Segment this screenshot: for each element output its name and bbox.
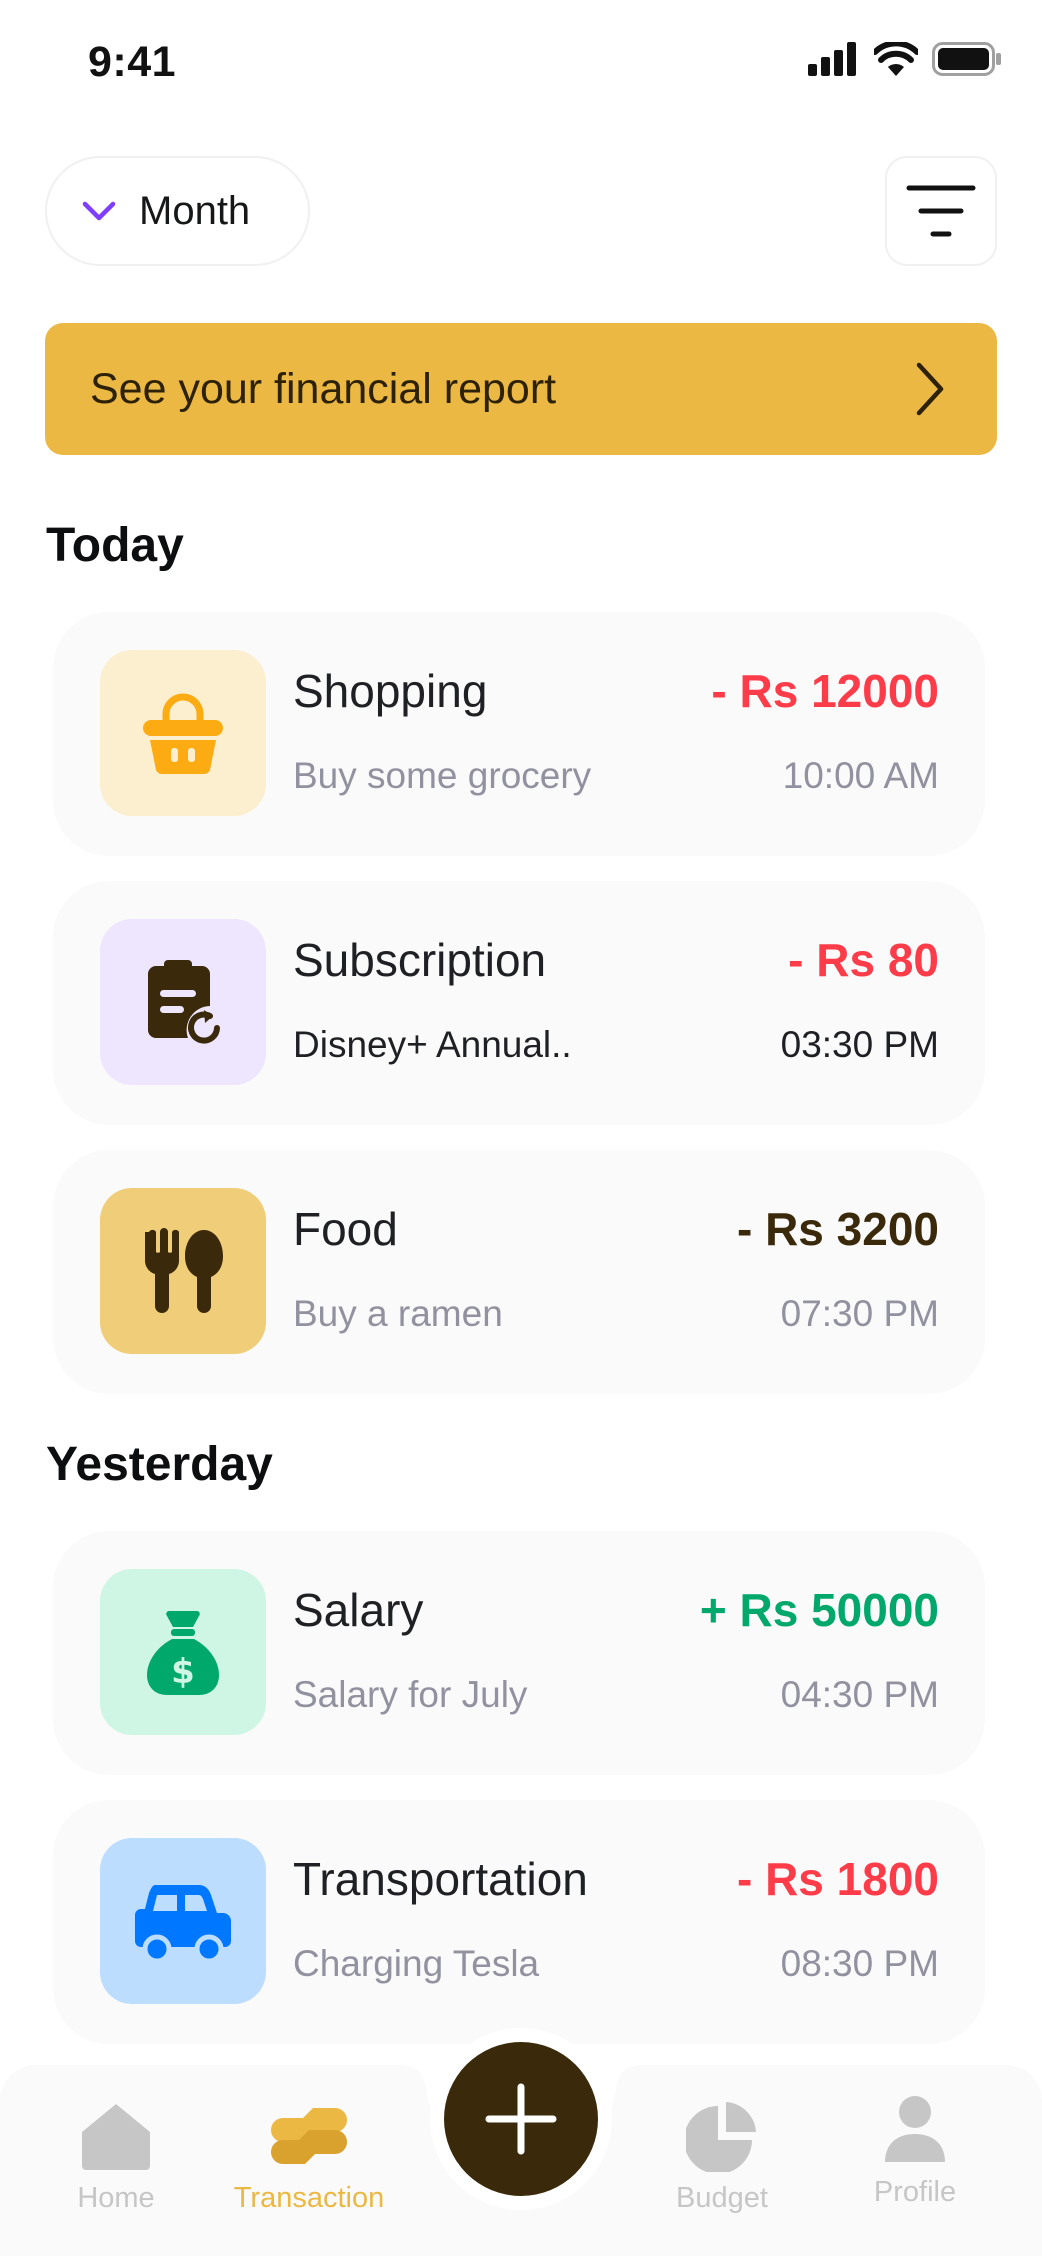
status-icons — [808, 42, 1002, 76]
transaction-icon — [271, 2108, 347, 2164]
recurring-bill-icon — [148, 960, 220, 1044]
money-bag-icon: $ — [147, 1611, 219, 1695]
transaction-icon-box — [100, 919, 266, 1085]
transaction-category: Shopping — [293, 665, 488, 717]
restaurant-icon — [144, 1228, 223, 1313]
transaction-category: Subscription — [293, 934, 547, 986]
signal-icon — [808, 42, 856, 76]
transaction-description: Charging Tesla — [293, 1943, 540, 1984]
month-selector-label: Month — [139, 188, 251, 233]
transaction-icon-box: $ — [100, 1569, 266, 1735]
plus-icon — [485, 2083, 557, 2155]
add-transaction-button[interactable] — [444, 2042, 598, 2196]
transaction-card[interactable]: Subscription Disney+ Annual.. - Rs 80 03… — [53, 881, 985, 1125]
transaction-icon-box — [100, 650, 266, 816]
transaction-category: Food — [293, 1203, 398, 1255]
financial-report-banner[interactable]: See your financial report — [45, 323, 997, 455]
car-icon — [135, 1885, 231, 1963]
transaction-time: 08:30 PM — [780, 1943, 939, 1984]
transaction-amount: - Rs 1800 — [736, 1853, 939, 1905]
transaction-description: Disney+ Annual.. — [293, 1024, 572, 1065]
transaction-card[interactable]: Shopping Buy some grocery - Rs 12000 10:… — [53, 612, 985, 856]
nav-label-budget: Budget — [676, 2182, 768, 2214]
transaction-card[interactable]: Transportation Charging Tesla - Rs 1800 … — [53, 1800, 985, 2044]
nav-item-transaction[interactable]: Transaction — [209, 2100, 409, 2215]
financial-report-text: See your financial report — [90, 364, 557, 413]
transaction-description: Buy a ramen — [293, 1293, 503, 1334]
chevron-down-icon — [82, 201, 116, 221]
nav-label-profile: Profile — [873, 2176, 957, 2208]
chevron-right-icon — [916, 362, 944, 416]
transaction-amount: - Rs 12000 — [711, 665, 939, 717]
transaction-description: Salary for July — [293, 1674, 528, 1715]
transaction-description: Buy some grocery — [293, 755, 592, 796]
transaction-amount: - Rs 80 — [788, 934, 939, 986]
transaction-card[interactable]: Food Buy a ramen - Rs 3200 07:30 PM — [53, 1150, 985, 1394]
transaction-time: 07:30 PM — [780, 1293, 939, 1334]
battery-icon — [932, 42, 1001, 76]
transaction-time: 04:30 PM — [780, 1674, 939, 1715]
nav-item-home[interactable]: Home — [16, 2100, 216, 2215]
filter-icon — [906, 185, 976, 237]
transaction-category: Salary — [293, 1584, 424, 1636]
transaction-amount: + Rs 50000 — [699, 1584, 939, 1636]
transaction-card[interactable]: $ Salary Salary for July + Rs 50000 04:3… — [53, 1531, 985, 1775]
transaction-icon-box — [100, 1838, 266, 2004]
nav-item-budget[interactable]: Budget — [622, 2100, 822, 2215]
transaction-category: Transportation — [293, 1853, 588, 1905]
nav-label-home: Home — [77, 2182, 155, 2214]
wifi-icon — [874, 42, 918, 76]
svg-text:$: $ — [171, 1652, 195, 1692]
user-icon — [885, 2096, 945, 2162]
pie-chart-icon — [686, 2102, 756, 2172]
nav-item-profile[interactable]: Profile — [815, 2094, 1015, 2209]
home-icon — [82, 2104, 150, 2170]
month-selector[interactable]: Month — [45, 156, 310, 266]
transaction-time: 03:30 PM — [780, 1024, 939, 1065]
status-time: 9:41 — [88, 38, 177, 86]
nav-label-transaction: Transaction — [233, 2182, 385, 2214]
transaction-amount: - Rs 3200 — [736, 1203, 939, 1255]
transaction-icon-box — [100, 1188, 266, 1354]
filter-button[interactable] — [885, 156, 997, 266]
section-title-yesterday: Yesterday — [46, 1438, 273, 1491]
section-title-today: Today — [46, 519, 184, 572]
transaction-time: 10:00 AM — [782, 755, 939, 796]
shopping-basket-icon — [143, 693, 223, 775]
